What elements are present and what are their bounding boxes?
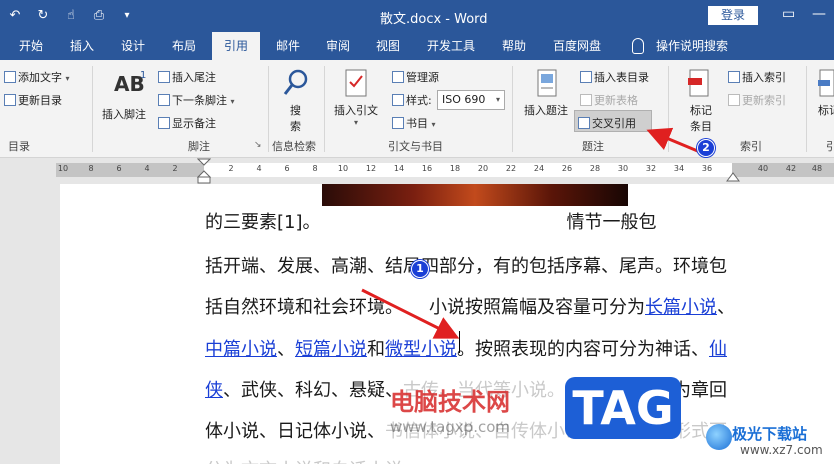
jiguang-url: www.xz7.com [740, 443, 823, 457]
step-2-callout: 2 [697, 139, 715, 157]
step-1-callout: 1 [411, 260, 429, 278]
arrow-to-cross-reference [646, 127, 701, 154]
jiguang-name: 极光下载站 [732, 425, 808, 443]
tag-logo: TAG [565, 377, 681, 439]
watermark-url: www.tagxp.com [390, 418, 510, 436]
jiguang-logo-icon [706, 424, 732, 450]
watermark-text: 电脑技术网 [390, 388, 510, 416]
arrow-to-caret [361, 288, 460, 339]
